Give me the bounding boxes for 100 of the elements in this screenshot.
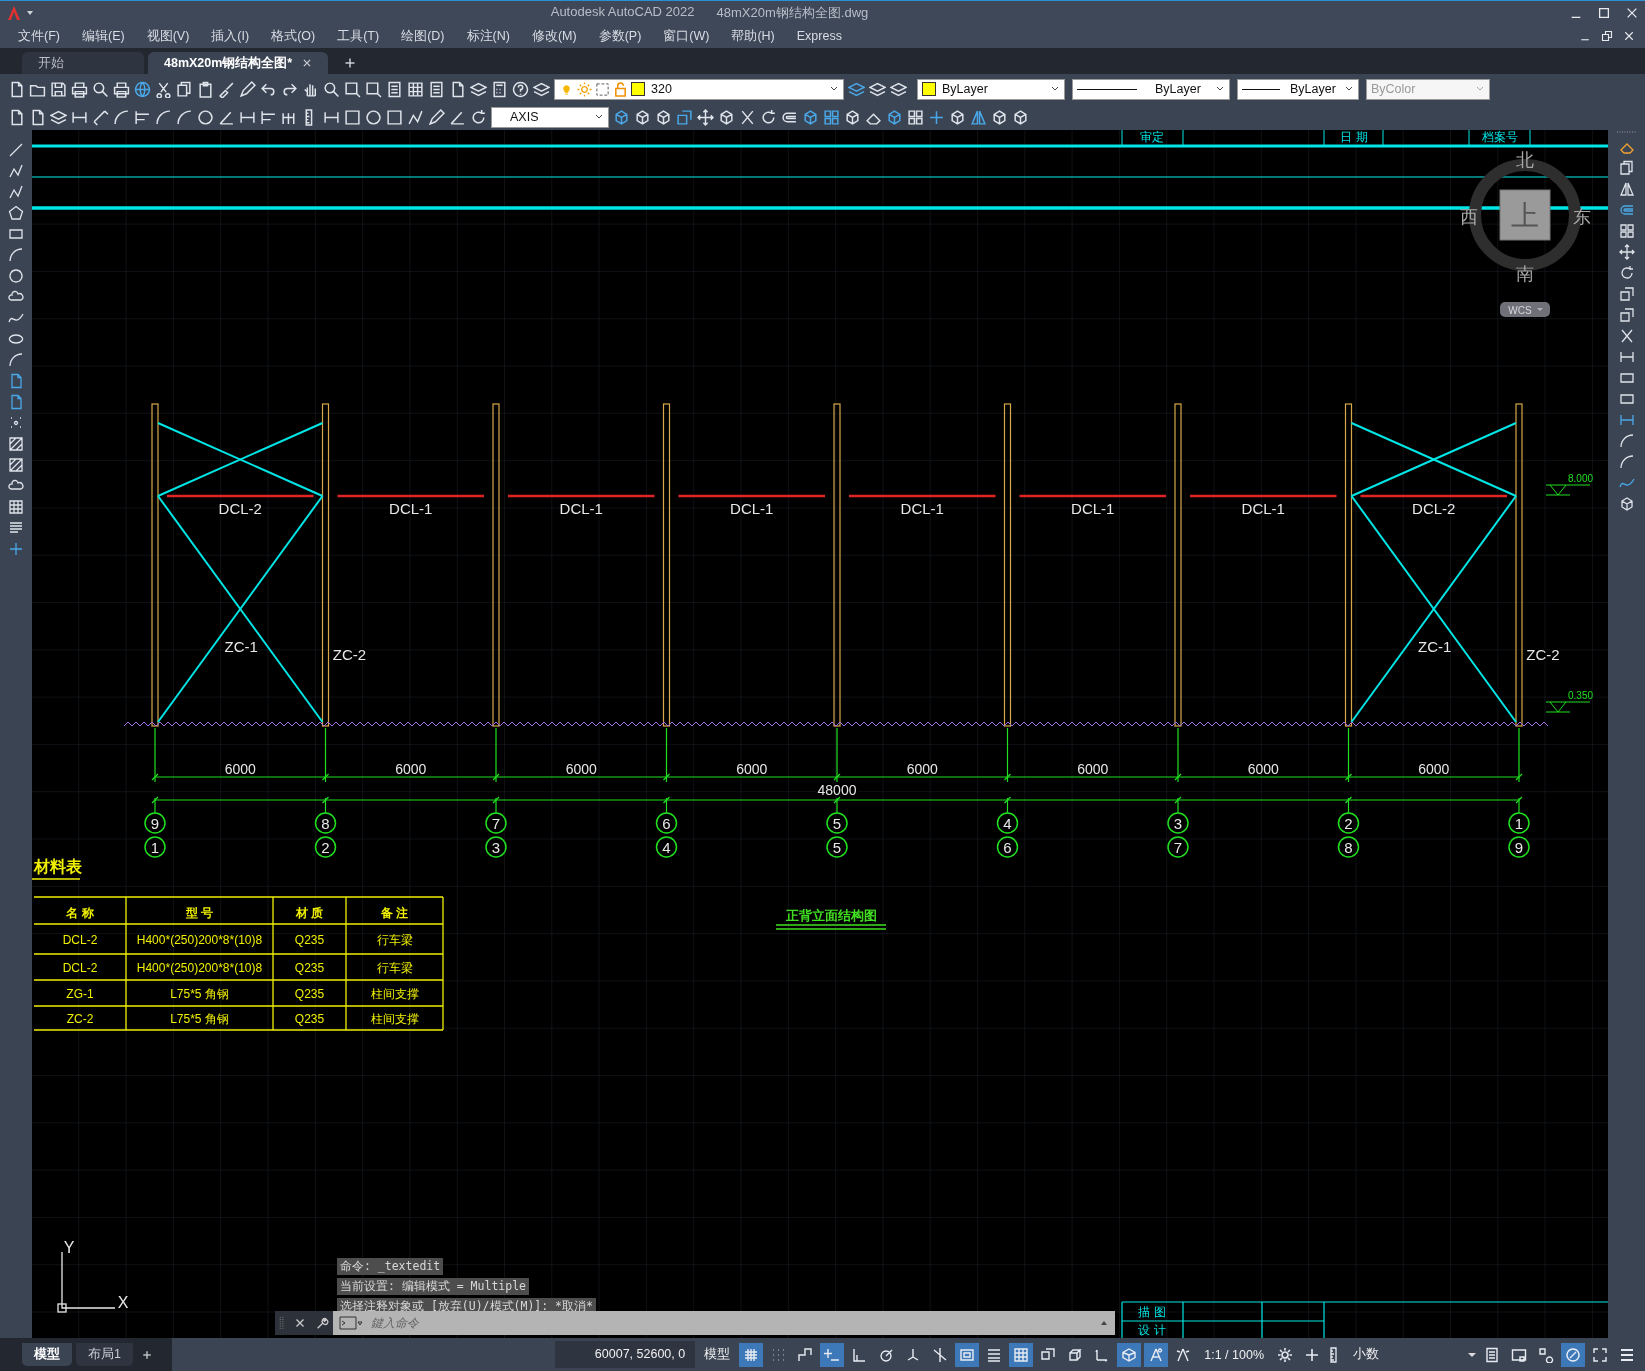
polyline-icon[interactable]	[8, 184, 24, 200]
scissors-icon[interactable]	[155, 80, 172, 98]
compass-label[interactable]: 西	[1460, 206, 1478, 227]
arc-icon[interactable]	[8, 352, 24, 368]
menu-item[interactable]: 格式(O)	[271, 27, 316, 45]
plus-icon[interactable]	[928, 108, 945, 126]
aligned-dimension-icon[interactable]	[92, 108, 109, 126]
arc-icon[interactable]	[176, 108, 193, 126]
cube-icon[interactable]	[949, 108, 966, 126]
terminal-icon[interactable]	[339, 1315, 363, 1331]
gear-icon[interactable]	[1277, 1346, 1293, 1363]
offset-icon[interactable]	[1618, 202, 1635, 218]
rectangle-icon[interactable]	[8, 226, 24, 242]
zoom-window-icon[interactable]	[365, 80, 382, 98]
help-icon[interactable]	[512, 80, 529, 98]
cube-icon[interactable]	[1618, 496, 1635, 512]
trim-icon[interactable]	[739, 108, 756, 126]
color-dropdown[interactable]: ByLayer	[917, 78, 1065, 100]
mirror-icon[interactable]	[970, 108, 987, 126]
copy-icon[interactable]	[176, 80, 193, 98]
menu-item[interactable]: 参数(P)	[598, 27, 642, 45]
menu-item[interactable]: 窗口(W)	[663, 27, 710, 45]
menu-icon[interactable]	[1619, 1346, 1635, 1363]
paragraph-icon[interactable]	[8, 520, 24, 536]
cube-icon[interactable]	[1012, 108, 1029, 126]
layer-dropdown[interactable]: 320	[554, 78, 844, 100]
arc-icon[interactable]	[1618, 433, 1635, 449]
hatch-icon[interactable]	[8, 436, 24, 452]
menu-item[interactable]: 编辑(E)	[81, 27, 125, 45]
layout-tab[interactable]: 布局1	[76, 1343, 133, 1366]
move-icon[interactable]	[1618, 244, 1635, 260]
line-icon[interactable]	[8, 142, 24, 158]
menu-item[interactable]: 工具(T)	[337, 27, 380, 45]
table-icon[interactable]	[407, 80, 424, 98]
printer-icon[interactable]	[71, 80, 88, 98]
layout-tab[interactable]: 模型	[22, 1343, 72, 1366]
compass-label[interactable]: 北	[1516, 149, 1534, 170]
copy-icon[interactable]	[1618, 160, 1635, 176]
polyline-icon[interactable]	[8, 163, 24, 179]
rectangle-icon[interactable]	[1618, 370, 1635, 386]
rotate-icon[interactable]	[760, 108, 777, 126]
pencil-icon[interactable]	[239, 80, 256, 98]
maximize-icon[interactable]	[386, 108, 403, 126]
list-icon[interactable]	[428, 80, 445, 98]
document-icon[interactable]	[8, 373, 24, 389]
layers-icon[interactable]	[869, 80, 886, 98]
restore-icon[interactable]	[1601, 30, 1613, 42]
magnifier-icon[interactable]	[323, 80, 340, 98]
caret-icon[interactable]	[26, 8, 34, 17]
wcs-menu[interactable]: WCS	[1500, 302, 1550, 317]
move-icon[interactable]	[697, 108, 714, 126]
plus-icon[interactable]	[344, 57, 357, 69]
arc-icon[interactable]	[1618, 454, 1635, 470]
layers-icon[interactable]	[890, 80, 907, 98]
arc-icon[interactable]	[8, 247, 24, 263]
table-icon[interactable]	[8, 499, 24, 515]
layers-icon[interactable]	[848, 80, 865, 98]
close-icon[interactable]	[302, 58, 313, 68]
pencil-icon[interactable]	[428, 108, 445, 126]
arc-icon[interactable]	[113, 108, 130, 126]
plus-icon[interactable]	[140, 1348, 153, 1361]
layers-icon[interactable]	[470, 80, 487, 98]
compass-label[interactable]: 南	[1516, 263, 1534, 284]
cube-icon[interactable]	[991, 108, 1008, 126]
linetype-dropdown[interactable]: ByLayer	[1072, 78, 1230, 100]
brush-icon[interactable]	[218, 80, 235, 98]
menu-item[interactable]: 修改(M)	[531, 27, 577, 45]
printer-icon[interactable]	[113, 80, 130, 98]
list-icon[interactable]	[386, 80, 403, 98]
baseline-dimension-icon[interactable]	[134, 108, 151, 126]
hatch-icon[interactable]	[8, 457, 24, 473]
rotate-icon[interactable]	[470, 108, 487, 126]
clipboard-icon[interactable]	[197, 80, 214, 98]
annotation-scale-button[interactable]: 1:1 / 100%	[1198, 1347, 1270, 1362]
coordinates-readout[interactable]: 60007, 52600, 0	[554, 1341, 696, 1368]
maximize-icon[interactable]	[1597, 5, 1611, 20]
cube-icon[interactable]	[655, 108, 672, 126]
maximize-icon[interactable]	[344, 108, 361, 126]
menu-item[interactable]: 绘图(D)	[401, 27, 445, 45]
baseline-dimension-icon[interactable]	[260, 108, 277, 126]
model-space-button[interactable]: 模型	[698, 1346, 737, 1363]
polygon-icon[interactable]	[8, 205, 24, 221]
rectangle-icon[interactable]	[1618, 391, 1635, 407]
menu-item[interactable]: 标注(N)	[466, 27, 510, 45]
polyline-icon[interactable]	[407, 108, 424, 126]
document-tab[interactable]: 开始	[22, 52, 144, 74]
cube-icon[interactable]	[844, 108, 861, 126]
layers-icon[interactable]	[533, 80, 550, 98]
layers-icon[interactable]	[50, 108, 67, 126]
close-icon[interactable]	[1623, 30, 1635, 42]
cube-icon[interactable]	[613, 108, 630, 126]
menu-item[interactable]: 视图(V)	[146, 27, 190, 45]
document-tab[interactable]: 48mX20m钢结构全图*	[148, 52, 329, 74]
globe-icon[interactable]	[134, 80, 151, 98]
grip-icon[interactable]	[279, 1316, 285, 1330]
viewport-icon[interactable]	[595, 81, 610, 97]
menu-item[interactable]: 插入(I)	[211, 27, 250, 45]
scale-icon[interactable]	[676, 108, 693, 126]
magnifier-icon[interactable]	[92, 80, 109, 98]
calculator-icon[interactable]	[491, 80, 508, 98]
